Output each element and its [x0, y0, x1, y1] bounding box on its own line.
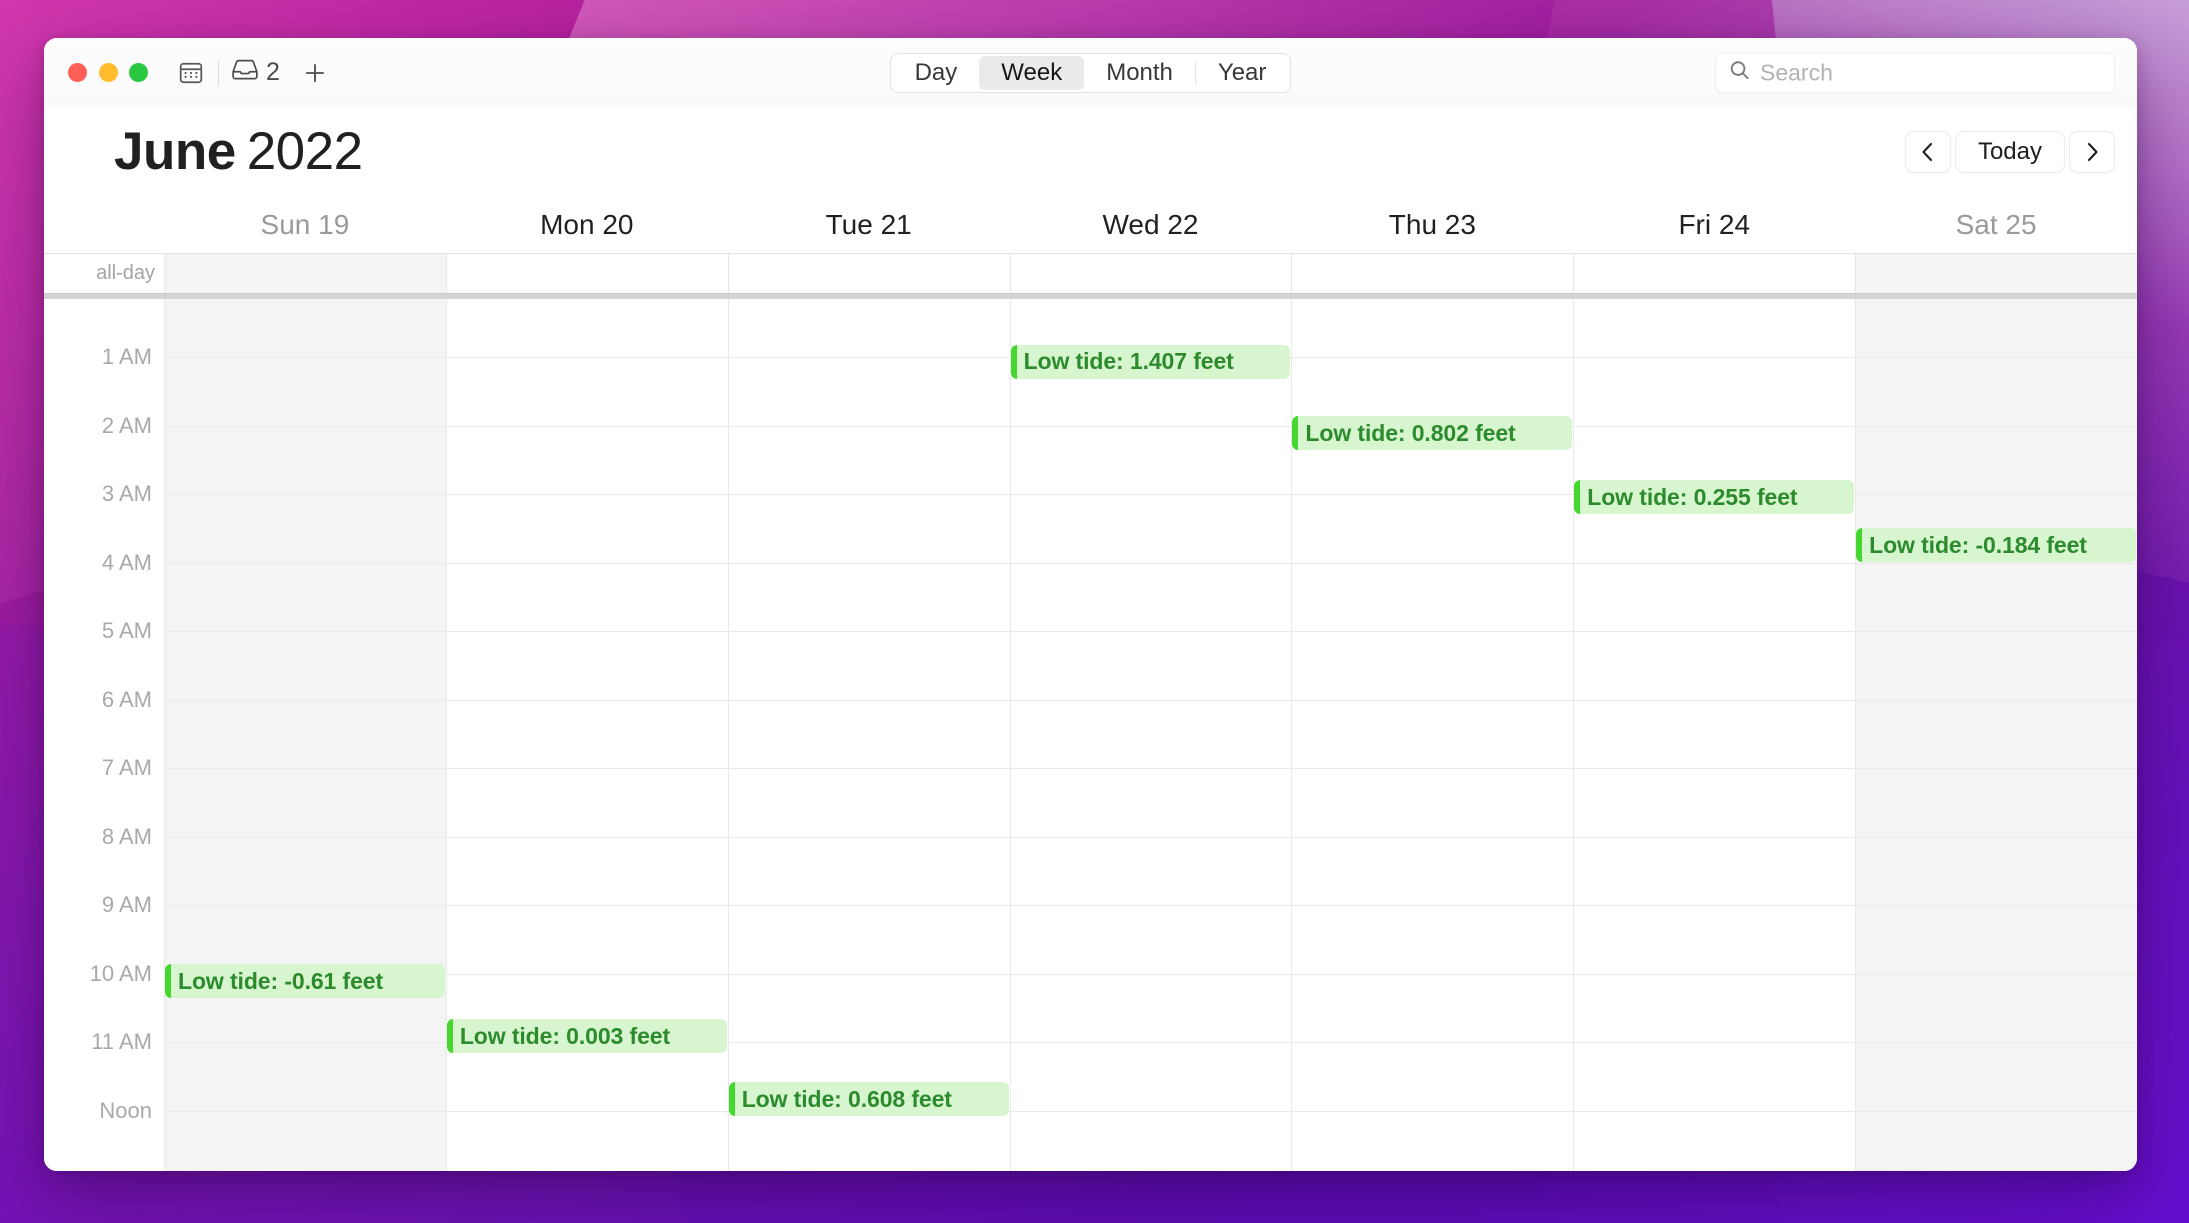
hour-gridline-5 — [164, 631, 2137, 632]
hour-label-10: 10 AM — [89, 960, 152, 986]
view-option-week[interactable]: Week — [979, 55, 1085, 90]
view-option-month[interactable]: Month — [1084, 56, 1195, 90]
calendar-event[interactable]: Low tide: 0.003 feet — [446, 1019, 727, 1054]
day-header-2[interactable]: Tue 21 — [728, 209, 1010, 241]
calendar-event[interactable]: Low tide: 0.608 feet — [728, 1082, 1009, 1117]
hour-gridline-10 — [164, 973, 2137, 975]
hour-label-9: 9 AM — [101, 892, 152, 917]
calendar-event[interactable]: Low tide: 0.802 feet — [1292, 416, 1573, 451]
next-week-button[interactable] — [2069, 130, 2115, 173]
hour-gridline-9 — [164, 905, 2137, 906]
calendar-event[interactable]: Low tide: -0.184 feet — [1856, 528, 2136, 563]
hour-label-3: 3 AM — [101, 481, 152, 506]
view-switcher: Day Week Month Year — [889, 52, 1292, 93]
day-header-3[interactable]: Wed 22 — [1010, 209, 1292, 241]
day-header-6[interactable]: Sat 25 — [1855, 209, 2137, 241]
calendar-icon[interactable] — [174, 56, 208, 90]
all-day-cell-4[interactable] — [1291, 254, 1573, 293]
toolbar-divider — [218, 59, 219, 86]
day-column-2[interactable] — [727, 299, 1010, 1171]
calendar-event[interactable]: Low tide: 0.255 feet — [1574, 480, 1855, 515]
day-column-5[interactable] — [1573, 299, 1855, 1171]
day-column-6[interactable] — [1855, 299, 2137, 1171]
day-header-row: Sun 19 Mon 20 Tue 21 Wed 22 Thu 23 Fri 24 Sat … — [44, 196, 2137, 253]
hour-gridline-7 — [164, 768, 2137, 769]
view-option-day[interactable]: Day — [893, 56, 980, 90]
hour-gridline-6 — [164, 699, 2137, 701]
inbox-button[interactable]: 2 — [231, 58, 280, 87]
hour-gridline-2 — [164, 425, 2137, 427]
event-title: Low tide: -0.61 feet — [178, 967, 384, 994]
previous-week-button[interactable] — [1904, 130, 1951, 173]
event-title: Low tide: 0.802 feet — [1305, 419, 1516, 446]
title-month: June — [114, 122, 236, 181]
calendar-window: 2 Day Week Month Year Search June 2022 T… — [44, 38, 2137, 1171]
search-placeholder: Search — [1760, 59, 1833, 85]
all-day-cell-6[interactable] — [1855, 254, 2137, 293]
event-title: Low tide: 1.407 feet — [1023, 348, 1234, 375]
today-button[interactable]: Today — [1954, 130, 2065, 173]
hour-label-1: 1 AM — [101, 344, 152, 369]
all-day-cell-0[interactable] — [164, 254, 446, 293]
week-grid[interactable]: 1 AM 2 AM 3 AM 4 AM 5 AM 6 AM 7 AM 8 AM 9 AM 10 A… — [44, 299, 2137, 1171]
all-day-row: all-day — [44, 253, 2137, 293]
page-title: June 2022 — [114, 125, 363, 178]
event-title: Low tide: -0.184 feet — [1869, 531, 2087, 558]
hour-label-7: 7 AM — [101, 755, 152, 780]
day-column-3[interactable] — [1009, 299, 1292, 1171]
grid-columns — [44, 299, 2137, 1171]
day-header-0[interactable]: Sun 19 — [164, 209, 446, 241]
day-header-1[interactable]: Mon 20 — [446, 209, 728, 241]
event-title: Low tide: 0.608 feet — [741, 1085, 952, 1112]
date-navigation: Today — [1904, 130, 2115, 173]
inbox-count: 2 — [266, 58, 280, 86]
window-toolbar: 2 Day Week Month Year Search — [44, 38, 2137, 107]
close-button[interactable] — [68, 63, 87, 82]
all-day-label: all-day — [96, 262, 155, 284]
hour-label-8: 8 AM — [101, 823, 152, 849]
inbox-icon — [231, 58, 259, 87]
minimize-button[interactable] — [98, 63, 118, 82]
calendar-event[interactable]: Low tide: 1.407 feet — [1010, 344, 1291, 379]
day-header-4[interactable]: Thu 23 — [1291, 209, 1573, 241]
title-year: 2022 — [246, 122, 363, 181]
hour-label-2: 2 AM — [101, 412, 152, 438]
hour-label-12: Noon — [99, 1097, 152, 1123]
hour-label-11: 11 AM — [91, 1029, 152, 1054]
hour-label-5: 5 AM — [101, 618, 152, 643]
day-column-0[interactable] — [164, 299, 446, 1171]
event-title: Low tide: 0.255 feet — [1587, 483, 1798, 510]
all-day-cell-1[interactable] — [445, 254, 728, 293]
search-icon — [1728, 59, 1751, 87]
maximize-button[interactable] — [129, 63, 148, 82]
search-input[interactable]: Search — [1715, 52, 2115, 93]
hour-gridline-8 — [164, 836, 2137, 838]
day-header-5[interactable]: Fri 24 — [1573, 209, 1855, 241]
calendar-event[interactable]: Low tide: -0.61 feet — [165, 964, 445, 999]
traffic-light-group — [68, 63, 148, 82]
hour-label-6: 6 AM — [101, 686, 152, 712]
title-bar: June 2022 Today — [44, 107, 2137, 196]
all-day-cell-5[interactable] — [1573, 254, 1855, 293]
plus-icon[interactable] — [298, 56, 332, 90]
hour-label-4: 4 AM — [101, 549, 152, 575]
hour-gridline-12 — [164, 1110, 2137, 1112]
all-day-cell-2[interactable] — [727, 254, 1010, 293]
all-day-cell-3[interactable] — [1009, 254, 1292, 293]
hour-gridline-4 — [164, 562, 2137, 564]
event-title: Low tide: 0.003 feet — [459, 1022, 671, 1049]
view-option-year[interactable]: Year — [1196, 56, 1289, 90]
